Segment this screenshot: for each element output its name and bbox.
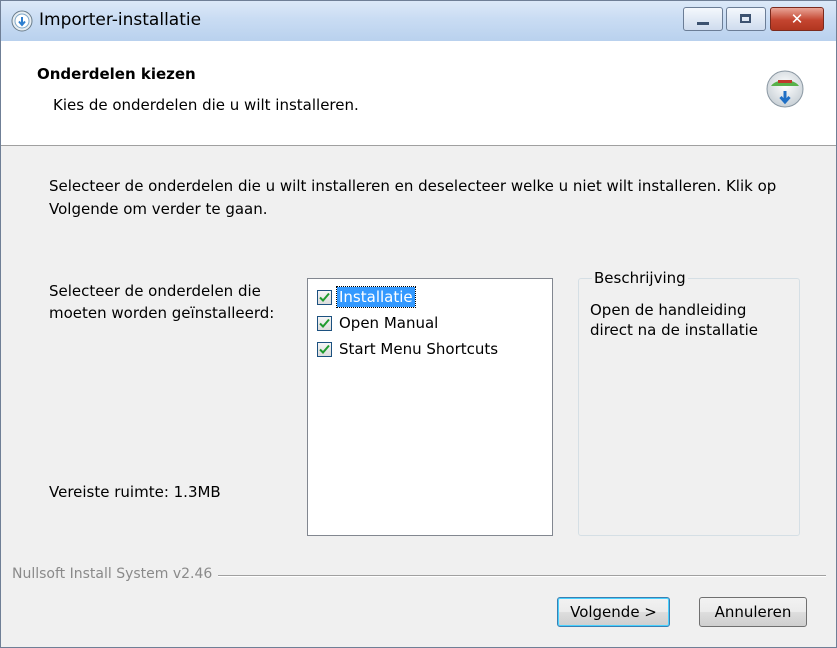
checkmark-icon [319, 292, 330, 302]
component-label: Start Menu Shortcuts [339, 340, 499, 358]
components-tree[interactable]: Installatie Open Manual Start Menu Short… [307, 278, 553, 536]
component-label: Open Manual [339, 314, 439, 332]
checkmark-icon [319, 318, 330, 328]
branding-text: Nullsoft Install System v2.46 [12, 566, 219, 582]
header-panel: Onderdelen kiezen Kies de onderdelen die… [1, 41, 836, 146]
instructions-text: Selecteer de onderdelen die u wilt insta… [49, 177, 777, 218]
description-legend: Beschrijving [592, 269, 688, 287]
installer-app-icon [11, 10, 33, 32]
window-title: Importer-installatie [39, 10, 202, 30]
component-checkbox[interactable] [317, 290, 332, 305]
install-disc-icon [766, 70, 804, 108]
component-label: Installatie [336, 286, 416, 308]
minimize-button[interactable] [683, 7, 723, 31]
component-checkbox[interactable] [317, 342, 332, 357]
installer-window: Importer-installatie ✕ Onderdelen kiezen… [0, 0, 837, 648]
select-components-label: Selecteer de onderdelen die moeten worde… [49, 282, 275, 322]
minimize-icon [697, 22, 709, 25]
maximize-button[interactable] [726, 7, 766, 31]
close-icon: ✕ [790, 10, 804, 28]
cancel-button[interactable]: Annuleren [699, 597, 807, 627]
next-button[interactable]: Volgende > [557, 597, 670, 627]
close-button[interactable]: ✕ [770, 7, 824, 31]
required-space-label: Vereiste ruimte: 1.3MB [49, 483, 221, 501]
page-subtitle: Kies de onderdelen die u wilt installere… [53, 96, 359, 114]
maximize-icon [740, 14, 751, 23]
page-title: Onderdelen kiezen [37, 65, 196, 83]
title-bar[interactable]: Importer-installatie ✕ [1, 1, 836, 41]
description-text: Open de handleiding direct na de install… [590, 301, 759, 339]
component-checkbox[interactable] [317, 316, 332, 331]
checkmark-icon [319, 344, 330, 354]
